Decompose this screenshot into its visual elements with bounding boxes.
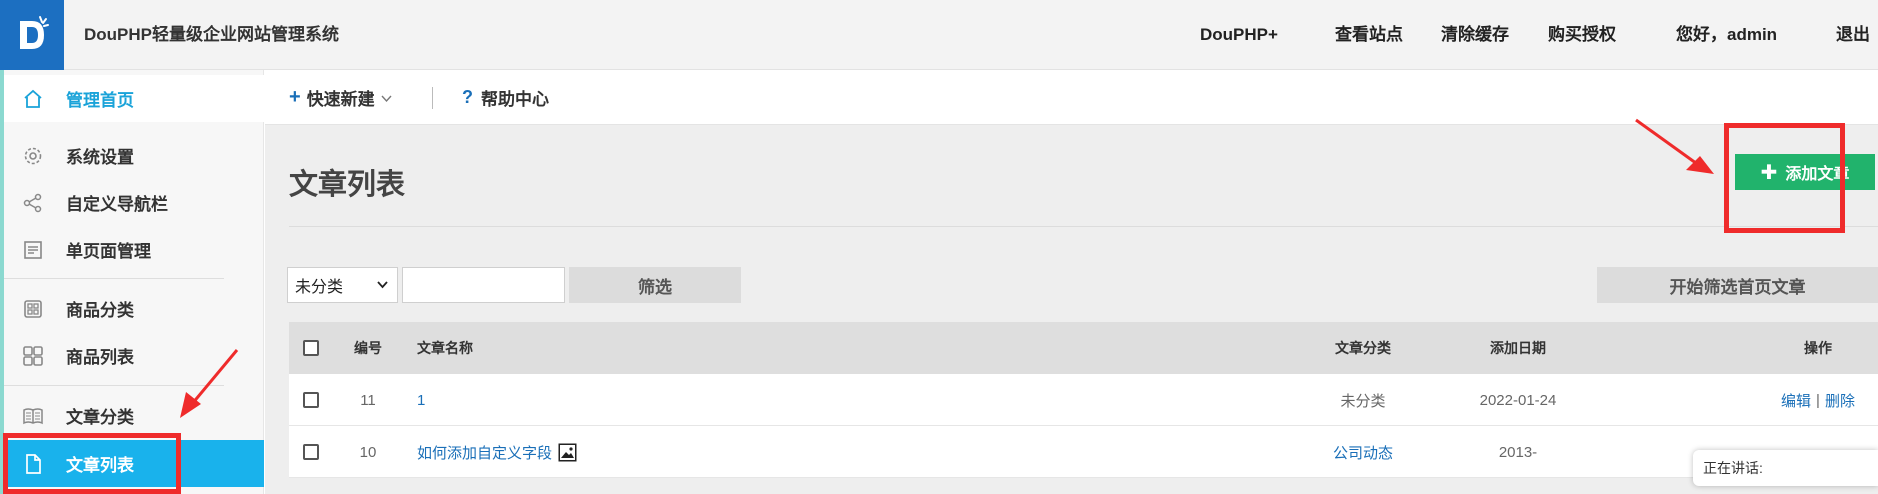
annotation-arrows	[180, 118, 1714, 418]
speaking-indicator[interactable]: 正在讲话:	[1693, 450, 1878, 486]
